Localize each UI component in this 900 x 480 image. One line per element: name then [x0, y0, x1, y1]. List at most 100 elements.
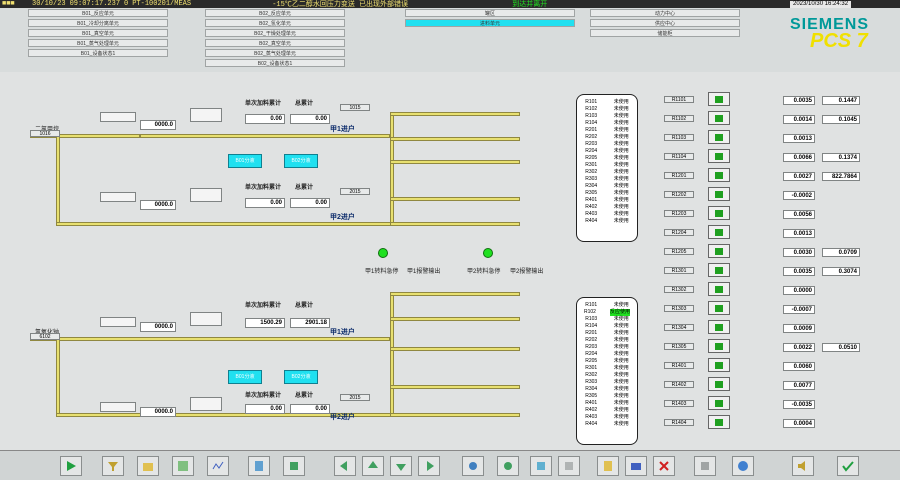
pipe: [390, 160, 520, 164]
arrow-down-icon[interactable]: [390, 456, 412, 476]
reactor-button[interactable]: R1104: [664, 153, 694, 160]
panel-state: 未使用: [613, 99, 629, 105]
valve-icon[interactable]: [708, 206, 730, 220]
nav-item[interactable]: B02_氢化单元: [205, 19, 345, 27]
page-out-icon[interactable]: [558, 456, 580, 476]
acknowledge-icon[interactable]: [837, 456, 859, 476]
valve-icon[interactable]: [708, 396, 730, 410]
speaker-icon[interactable]: [792, 456, 814, 476]
reactor-button[interactable]: R1303: [664, 305, 694, 312]
valve-block[interactable]: [190, 312, 222, 326]
valve-icon[interactable]: [708, 187, 730, 201]
nav-item[interactable]: B01_设备状态1: [28, 49, 168, 57]
reactor-value: 0.0013: [783, 134, 815, 143]
inlet1-tag[interactable]: 1016: [30, 130, 60, 137]
funnel-icon[interactable]: [102, 456, 124, 476]
valve-icon[interactable]: [708, 225, 730, 239]
valve-icon[interactable]: [708, 149, 730, 163]
tag-button[interactable]: 2015: [340, 188, 370, 195]
reactor-button[interactable]: R1201: [664, 172, 694, 179]
nav-item[interactable]: B02_真空单元: [205, 39, 345, 47]
disk-icon[interactable]: [694, 456, 716, 476]
nav-item[interactable]: B02_干燥处理单元: [205, 29, 345, 37]
valve-icon[interactable]: [708, 339, 730, 353]
reactor-button[interactable]: R1102: [664, 115, 694, 122]
flow-block[interactable]: [100, 402, 136, 412]
valve-block[interactable]: [190, 108, 222, 122]
valve-icon[interactable]: [708, 130, 730, 144]
nav-item[interactable]: B02_蒸气处理单元: [205, 49, 345, 57]
inlet2-tag[interactable]: 6102: [30, 333, 60, 340]
nav-item[interactable]: 供应中心: [590, 19, 740, 27]
reactor-button[interactable]: R1205: [664, 248, 694, 255]
reactor-button[interactable]: R1403: [664, 400, 694, 407]
reactor-button[interactable]: R1404: [664, 419, 694, 426]
export-icon[interactable]: [283, 456, 305, 476]
reactor-button[interactable]: R1103: [664, 134, 694, 141]
btn-b02[interactable]: B02分液: [284, 370, 318, 384]
page-in-icon[interactable]: [530, 456, 552, 476]
trend-icon[interactable]: [207, 456, 229, 476]
reactor-button[interactable]: R1401: [664, 362, 694, 369]
valve-icon[interactable]: [708, 415, 730, 429]
valve-block[interactable]: [190, 188, 222, 202]
reactor-button[interactable]: R1202: [664, 191, 694, 198]
flow-block[interactable]: [100, 112, 136, 122]
nav-item[interactable]: B01_反应单元: [28, 9, 168, 17]
reactor-button[interactable]: R1304: [664, 324, 694, 331]
nav-item[interactable]: 罐区: [405, 9, 575, 17]
nav-item[interactable]: B02_设备状态1: [205, 59, 345, 67]
reactor-button[interactable]: R1203: [664, 210, 694, 217]
valve-icon[interactable]: [708, 263, 730, 277]
delete-icon[interactable]: [653, 456, 675, 476]
nav-item[interactable]: B02_反应单元: [205, 9, 345, 17]
flow-block[interactable]: [100, 317, 136, 327]
valve-block[interactable]: [190, 397, 222, 411]
reactor-button[interactable]: R1305: [664, 343, 694, 350]
print-icon[interactable]: [625, 456, 647, 476]
reactor-button[interactable]: R1204: [664, 229, 694, 236]
valve-icon[interactable]: [708, 358, 730, 372]
valve-icon[interactable]: [708, 92, 730, 106]
nav-item[interactable]: B01_真空单元: [28, 29, 168, 37]
flow-block[interactable]: [100, 192, 136, 202]
back-icon[interactable]: [462, 456, 484, 476]
reactor-button[interactable]: R1101: [664, 96, 694, 103]
tag-button[interactable]: 2015: [340, 394, 370, 401]
copy-icon[interactable]: [597, 456, 619, 476]
valve-icon[interactable]: [708, 244, 730, 258]
nav-item[interactable]: B01_蒸气处理单元: [28, 39, 168, 47]
play-icon[interactable]: [60, 456, 82, 476]
valve-icon[interactable]: [708, 168, 730, 182]
arrow-right-icon[interactable]: [418, 456, 440, 476]
valve-icon[interactable]: [708, 111, 730, 125]
nav-item[interactable]: 进料单元: [405, 19, 575, 27]
tag-button[interactable]: 1015: [340, 104, 370, 111]
help-icon[interactable]: [732, 456, 754, 476]
btn-b02[interactable]: B02分液: [284, 154, 318, 168]
btn-b01[interactable]: B01分液: [228, 154, 262, 168]
panel-state: 未使用: [613, 407, 629, 413]
valve-icon[interactable]: [708, 301, 730, 315]
reactor-button[interactable]: R1302: [664, 286, 694, 293]
refresh-icon[interactable]: [497, 456, 519, 476]
reactor-button[interactable]: R1402: [664, 381, 694, 388]
grid-icon[interactable]: [172, 456, 194, 476]
report-icon[interactable]: [248, 456, 270, 476]
folder-icon[interactable]: [137, 456, 159, 476]
arrow-left-icon[interactable]: [334, 456, 356, 476]
nav-item[interactable]: B01_冷却分离单元: [28, 19, 168, 27]
valve-icon[interactable]: [708, 282, 730, 296]
reactor-value: -0.0002: [783, 191, 815, 200]
reactor-button[interactable]: R1301: [664, 267, 694, 274]
arrow-up-icon[interactable]: [362, 456, 384, 476]
nav-item[interactable]: 储能柜: [590, 29, 740, 37]
valve-icon[interactable]: [708, 320, 730, 334]
alarm-icons[interactable]: ■■■: [0, 0, 30, 8]
panel-state: 未使用: [613, 162, 629, 168]
valve-icon[interactable]: [708, 377, 730, 391]
btn-b01[interactable]: B01分液: [228, 370, 262, 384]
single-value: 1500.29: [245, 318, 285, 328]
alarm-line[interactable]: ■■■ 30/10/23 09:07:17.237 0 PT-100201/ME…: [0, 0, 900, 9]
nav-item[interactable]: 动力中心: [590, 9, 740, 17]
